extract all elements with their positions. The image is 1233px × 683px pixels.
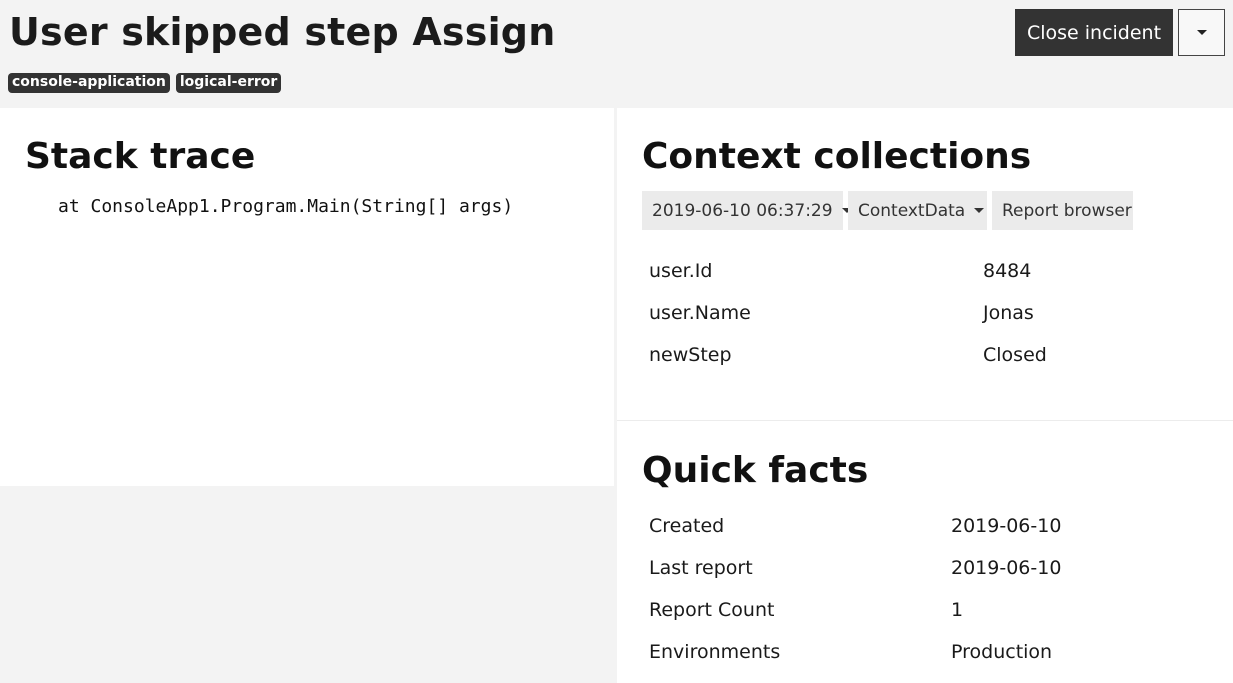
report-date-select[interactable]: 2019-06-10 06:37:29 xyxy=(642,191,852,230)
context-key: user.Id xyxy=(649,260,713,282)
fact-value: Production xyxy=(951,641,1053,663)
right-panel: Context collections 2019-06-10 06:37:29 … xyxy=(617,108,1233,683)
report-browser-button[interactable]: Report browser xyxy=(992,191,1133,230)
fact-value: 2019-06-10 xyxy=(951,557,1062,579)
stack-trace-heading: Stack trace xyxy=(25,136,256,177)
tag-logical-error[interactable]: logical-error xyxy=(175,73,282,93)
context-value: Closed xyxy=(983,344,1047,366)
context-collections-heading: Context collections xyxy=(642,136,1032,177)
report-browser-label: Report browser xyxy=(1002,200,1132,221)
collection-select[interactable]: ContextData xyxy=(848,191,987,230)
fact-value: 1 xyxy=(951,599,964,621)
page-title: User skipped step Assign xyxy=(9,10,556,54)
actions-dropdown-button[interactable] xyxy=(1178,9,1225,56)
section-divider xyxy=(617,420,1233,421)
fact-key: Environments xyxy=(649,641,781,663)
fact-key: Last report xyxy=(649,557,753,579)
tag-console-application[interactable]: console-application xyxy=(8,73,170,93)
report-date-label: 2019-06-10 06:37:29 xyxy=(652,200,833,221)
quick-facts-heading: Quick facts xyxy=(642,450,869,491)
collection-label: ContextData xyxy=(858,200,966,221)
fact-key: Report Count xyxy=(649,599,775,621)
tag-list: console-application logical-error xyxy=(8,73,282,93)
context-key: user.Name xyxy=(649,302,751,324)
stack-trace-line: at ConsoleApp1.Program.Main(String[] arg… xyxy=(58,196,514,217)
context-value: Jonas xyxy=(983,302,1034,324)
close-incident-button[interactable]: Close incident xyxy=(1015,9,1173,56)
fact-key: Created xyxy=(649,515,725,537)
chevron-down-icon xyxy=(1196,30,1207,35)
chevron-down-icon xyxy=(974,208,985,213)
incident-header: User skipped step Assign console-applica… xyxy=(0,0,1233,108)
context-value: 8484 xyxy=(983,260,1032,282)
stack-trace-panel: Stack trace at ConsoleApp1.Program.Main(… xyxy=(0,108,614,486)
context-key: newStep xyxy=(649,344,732,366)
fact-value: 2019-06-10 xyxy=(951,515,1062,537)
